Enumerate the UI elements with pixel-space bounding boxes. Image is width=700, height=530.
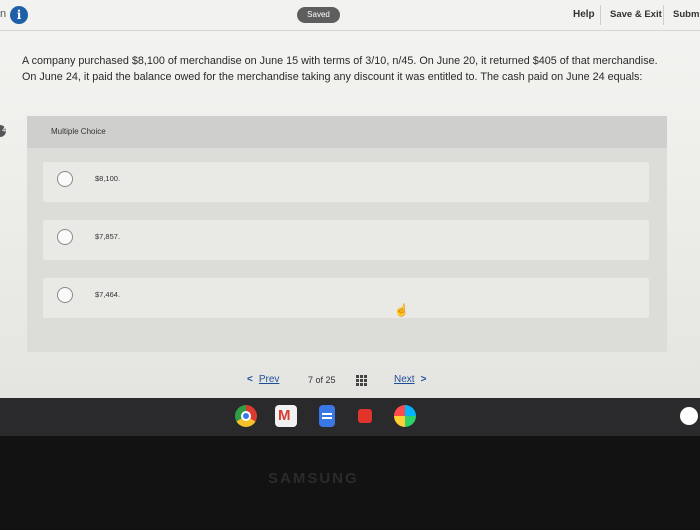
cut-off-tab-label: n <box>0 8 7 20</box>
question-number-marker: 4 <box>0 125 6 137</box>
question-text: A company purchased $8,100 of merchandis… <box>22 55 658 83</box>
grid-icon[interactable] <box>356 375 367 386</box>
radio-button[interactable] <box>57 287 73 303</box>
radio-button[interactable] <box>57 171 73 187</box>
docs-icon[interactable] <box>319 405 335 427</box>
prev-label: Prev <box>258 374 280 385</box>
answer-option-label: $7,857. <box>95 232 121 241</box>
device-brand-logo: SAMSUNG <box>268 470 359 487</box>
answer-option[interactable]: $7,464. <box>43 278 649 318</box>
status-tray-icon[interactable] <box>680 407 698 425</box>
help-button[interactable]: Help <box>573 9 595 20</box>
gmail-icon[interactable] <box>275 405 297 427</box>
answer-option[interactable]: $7,857. <box>43 220 649 260</box>
page-indicator: 7 of 25 <box>308 375 336 385</box>
next-button[interactable]: Next > <box>394 374 426 385</box>
youtube-icon[interactable] <box>358 409 372 423</box>
chevron-right-icon: > <box>420 374 427 385</box>
save-exit-button[interactable]: Save & Exit <box>610 9 662 20</box>
info-icon[interactable]: i <box>10 6 28 24</box>
assessment-toolbar: n i Saved Help Save & Exit Subm <box>0 0 700 31</box>
chevron-left-icon: < <box>247 374 253 385</box>
answer-option[interactable]: $8,100. <box>43 162 649 202</box>
saved-status-badge: Saved <box>297 7 340 23</box>
toolbar-divider <box>663 5 664 25</box>
toolbar-divider <box>600 5 601 25</box>
multiple-choice-panel: Multiple Choice $8,100. $7,857. $7,464. <box>27 116 667 352</box>
next-label: Next <box>394 374 415 385</box>
hand-pointer-cursor-icon: ☝ <box>394 303 409 317</box>
multiple-choice-label: Multiple Choice <box>51 127 106 136</box>
answer-option-label: $7,464. <box>95 290 121 299</box>
play-store-icon[interactable] <box>394 405 416 427</box>
os-taskbar <box>0 398 700 436</box>
radio-button[interactable] <box>57 229 73 245</box>
multiple-choice-header: Multiple Choice <box>27 116 667 148</box>
question-pager: < Prev 7 of 25 Next > <box>0 372 700 392</box>
chrome-icon[interactable] <box>235 405 257 427</box>
submit-button[interactable]: Subm <box>673 9 699 20</box>
answer-option-label: $8,100. <box>95 174 121 183</box>
prev-button[interactable]: < Prev <box>247 374 279 385</box>
browser-viewport: n i Saved Help Save & Exit Subm 4 A comp… <box>0 0 700 398</box>
